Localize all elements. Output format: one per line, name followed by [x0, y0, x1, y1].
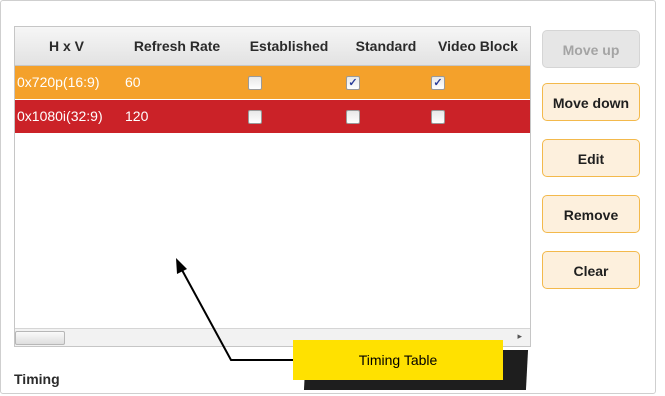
column-header-video-block[interactable]: Video Block	[428, 27, 528, 65]
move-up-button[interactable]: Move up	[542, 30, 640, 68]
scrollbar-thumb[interactable]	[15, 331, 65, 345]
move-down-button[interactable]: Move down	[542, 83, 640, 121]
cell-refresh-rate: 120	[125, 108, 149, 124]
remove-button[interactable]: Remove	[542, 195, 640, 233]
standard-checkbox[interactable]	[346, 110, 360, 124]
timing-section-label: Timing	[14, 371, 60, 387]
edit-button[interactable]: Edit	[542, 139, 640, 177]
established-checkbox[interactable]	[248, 76, 262, 90]
cell-refresh-rate: 60	[125, 74, 141, 90]
standard-checkbox[interactable]: ✓	[346, 76, 360, 90]
video-block-checkbox[interactable]: ✓	[431, 76, 445, 90]
timing-table-callout: Timing Table	[293, 340, 503, 380]
cell-hxv: 0x720p(16:9)	[17, 74, 100, 90]
timing-table: H x V Refresh Rate Established Standard …	[14, 26, 531, 347]
established-checkbox[interactable]	[248, 110, 262, 124]
clear-button[interactable]: Clear	[542, 251, 640, 289]
table-row[interactable]: 0x720p(16:9) 60 ✓ ✓	[15, 66, 530, 100]
video-block-checkbox[interactable]	[431, 110, 445, 124]
cell-hxv: 0x1080i(32:9)	[17, 108, 103, 124]
table-header: H x V Refresh Rate Established Standard …	[15, 27, 530, 66]
column-header-hxv[interactable]: H x V	[15, 27, 118, 65]
column-header-established[interactable]: Established	[237, 27, 341, 65]
column-header-standard[interactable]: Standard	[345, 27, 427, 65]
table-row[interactable]: 0x1080i(32:9) 120	[15, 100, 530, 134]
scroll-right-arrow-icon[interactable]: ▸	[517, 331, 522, 342]
column-header-refresh-rate[interactable]: Refresh Rate	[118, 27, 236, 65]
